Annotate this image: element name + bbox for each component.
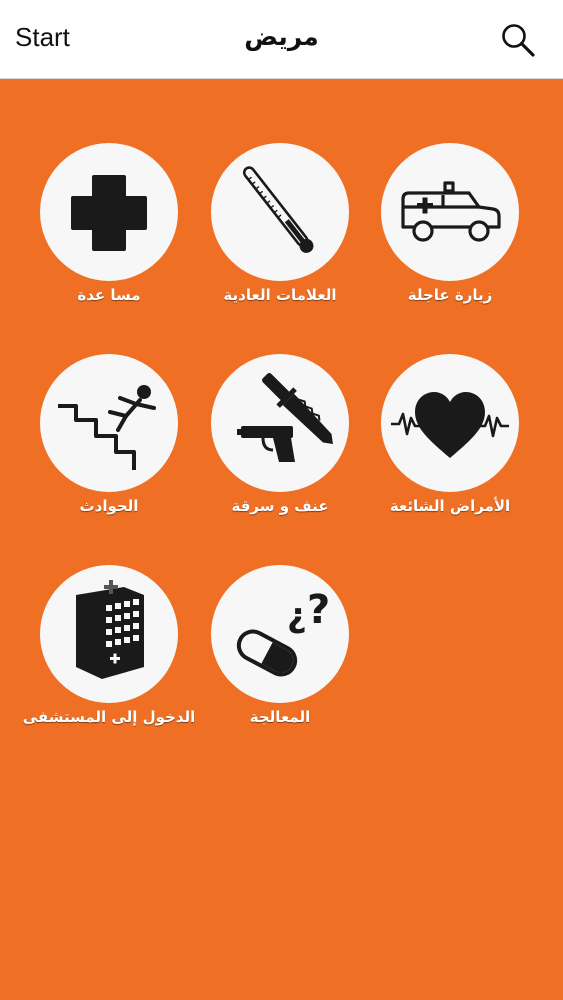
- svg-text:¿: ¿: [287, 596, 307, 636]
- tile-treatment[interactable]: ¿ ? المعالجة: [195, 565, 365, 750]
- tile-label: مسا عدة: [77, 286, 141, 304]
- tile-label: الأمراض الشائعة: [389, 497, 511, 515]
- heartbeat-icon: [391, 392, 509, 458]
- tile-help[interactable]: مسا عدة: [24, 143, 194, 328]
- tile-circle: [211, 143, 349, 281]
- svg-text:?: ?: [307, 587, 330, 633]
- thermometer-icon: [242, 166, 314, 253]
- page-title: مريض: [244, 22, 319, 51]
- tile-common-diseases[interactable]: الأمراض الشائعة: [365, 354, 535, 539]
- medical-cross-icon: [71, 175, 147, 251]
- knife-gun-icon: [237, 373, 333, 462]
- tile-circle: [211, 354, 349, 492]
- tile-label: الحوادث: [79, 497, 139, 515]
- tile-normal-signs[interactable]: العلامات العادية: [195, 143, 365, 328]
- search-icon[interactable]: [500, 22, 536, 58]
- tile-label: الدخول إلى المستشفى: [22, 708, 196, 726]
- tile-circle: ¿ ?: [211, 565, 349, 703]
- pill-question-icon: ¿ ?: [236, 587, 330, 677]
- tile-circle: [381, 354, 519, 492]
- navigation-bar: Start مريض: [0, 0, 563, 79]
- hospital-building-icon: [76, 580, 144, 679]
- tile-label: المعالجة: [249, 708, 311, 726]
- tile-hospital-admission[interactable]: الدخول إلى المستشفى: [23, 565, 195, 750]
- ambulance-icon: [401, 181, 501, 242]
- tile-circle: [40, 354, 178, 492]
- tile-accidents[interactable]: الحوادث: [24, 354, 194, 539]
- falling-stairs-icon: [58, 385, 156, 470]
- tile-circle: [381, 143, 519, 281]
- tile-circle: [40, 143, 178, 281]
- tile-violence-theft[interactable]: عنف و سرقة: [195, 354, 365, 539]
- tile-label: العلامات العادية: [223, 286, 337, 304]
- tile-label: عنف و سرقة: [231, 497, 329, 515]
- tile-label: زيارة عاجلة: [407, 286, 493, 304]
- tile-circle: [40, 565, 178, 703]
- tile-urgent-visit[interactable]: زيارة عاجلة: [365, 143, 535, 328]
